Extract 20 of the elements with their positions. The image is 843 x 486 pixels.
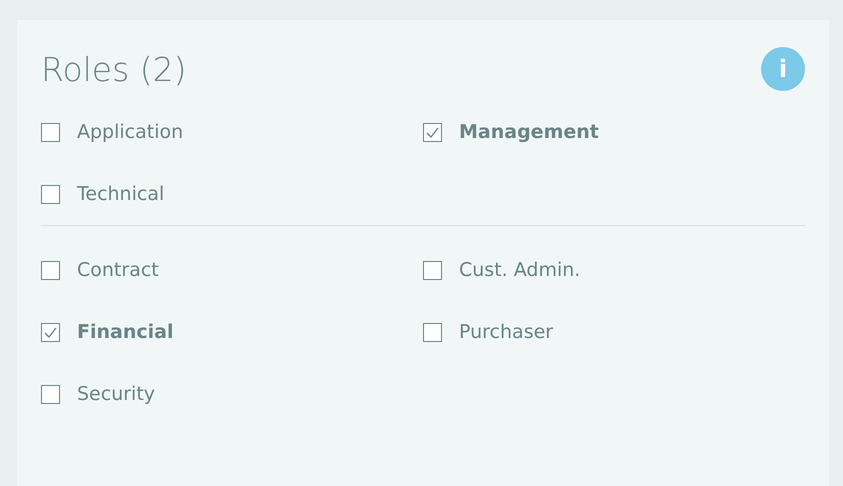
role-label: Financial xyxy=(77,320,174,346)
role-label: Technical xyxy=(77,182,164,208)
role-label: Management xyxy=(459,120,599,146)
role-label: Cust. Admin. xyxy=(459,258,580,284)
checkbox[interactable] xyxy=(41,323,60,342)
info-button[interactable]: i xyxy=(761,47,805,91)
panel-title: Roles (2) xyxy=(41,52,187,86)
checkbox[interactable] xyxy=(423,261,442,280)
checkbox[interactable] xyxy=(41,385,60,404)
checkbox[interactable] xyxy=(41,261,60,280)
role-label: Purchaser xyxy=(459,320,554,346)
checkbox[interactable] xyxy=(423,323,442,342)
checkbox[interactable] xyxy=(423,123,442,142)
role-label: Contract xyxy=(77,258,159,284)
role-label: Security xyxy=(77,382,156,408)
checkmark-icon xyxy=(44,327,57,338)
role-label: Application xyxy=(77,120,184,146)
checkbox[interactable] xyxy=(41,185,60,204)
checkbox[interactable] xyxy=(41,123,60,142)
checkmark-icon xyxy=(426,127,439,138)
